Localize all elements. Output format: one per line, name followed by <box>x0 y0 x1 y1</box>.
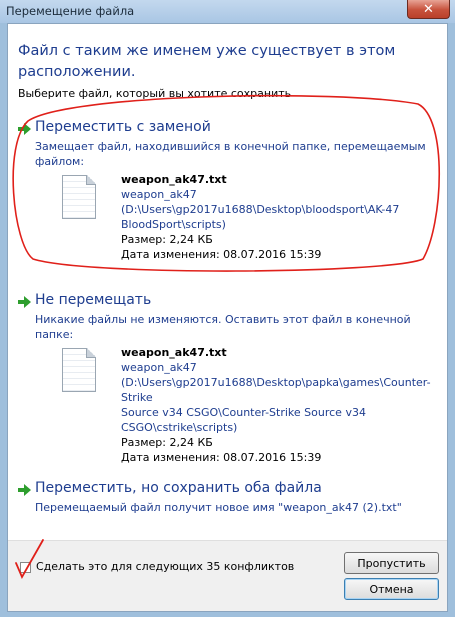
title-bar: Перемещение файла ✕ <box>0 0 455 23</box>
option-description: Никакие файлы не изменяются. Оставить эт… <box>35 313 411 341</box>
green-arrow-icon <box>18 123 31 135</box>
file-size: Размер: 2,24 КБ <box>121 436 213 449</box>
skip-button[interactable]: Пропустить <box>344 552 439 574</box>
option-description: Перемещаемый файл получит новое имя "wea… <box>35 501 402 514</box>
file-path-line: (D:\Users\gp2017u1688\Desktop\papka\game… <box>121 376 431 404</box>
close-icon: ✕ <box>423 1 434 17</box>
green-arrow-icon <box>18 484 31 496</box>
dialog-heading: Файл с таким же именем уже существует в … <box>18 43 396 80</box>
close-button[interactable]: ✕ <box>407 0 450 19</box>
file-size: Размер: 2,24 КБ <box>121 233 213 246</box>
text-file-icon <box>62 175 96 219</box>
window-title: Перемещение файла <box>6 4 135 18</box>
file-name: weapon_ak47.txt <box>121 173 227 186</box>
option-replace[interactable]: Переместить с заменой Замещает файл, нах… <box>16 119 441 269</box>
file-path-line: weapon_ak47 <box>121 188 197 201</box>
file-path-line: Source v34 CSGO\Counter-Strike Source v3… <box>121 406 366 419</box>
file-path-line: CSGO\cstrike\scripts) <box>121 421 238 434</box>
option-title: Не перемещать <box>35 292 152 308</box>
file-path-line: (D:\Users\gp2017u1688\Desktop\bloodsport… <box>121 203 400 216</box>
file-info: weapon_ak47.txt weapon_ak47 (D:\Users\gp… <box>121 345 441 465</box>
dialog-body: Файл с таким же именем уже существует в … <box>7 23 448 612</box>
option-skip[interactable]: Не перемещать Никакие файлы не изменяютс… <box>16 292 441 464</box>
option-keep-both[interactable]: Переместить, но сохранить оба файла Пере… <box>16 480 441 520</box>
green-arrow-icon <box>18 296 31 308</box>
file-modified: Дата изменения: 08.07.2016 15:39 <box>121 248 322 261</box>
file-name: weapon_ak47.txt <box>121 346 227 359</box>
dialog-subtitle: Выберите файл, который вы хотите сохрани… <box>18 87 292 100</box>
apply-to-all-checkbox[interactable] <box>20 562 31 573</box>
file-path-line: weapon_ak47 <box>121 361 197 374</box>
file-path-line: BloodSport\scripts) <box>121 218 226 231</box>
option-title: Переместить, но сохранить оба файла <box>35 480 322 496</box>
apply-to-all-label: Сделать это для следующих 35 конфликтов <box>36 560 295 573</box>
option-description: Замещает файл, находившийся в конечной п… <box>35 140 426 168</box>
option-title: Переместить с заменой <box>35 119 211 135</box>
file-info: weapon_ak47.txt weapon_ak47 (D:\Users\gp… <box>121 172 441 262</box>
text-file-icon <box>62 348 96 392</box>
cancel-button[interactable]: Отмена <box>344 578 439 600</box>
dialog-footer: Пропустить Отмена <box>8 540 447 611</box>
file-modified: Дата изменения: 08.07.2016 15:39 <box>121 451 322 464</box>
